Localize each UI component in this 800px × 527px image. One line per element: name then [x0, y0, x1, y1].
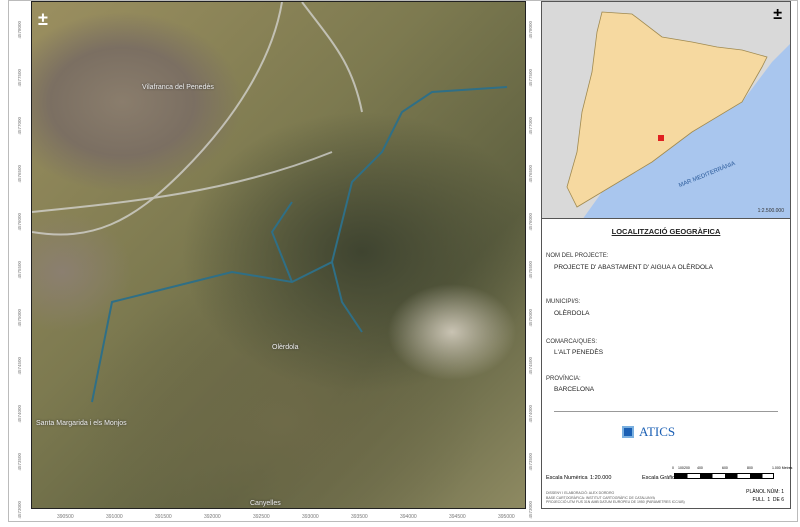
catalonia-map: [542, 2, 790, 218]
numeric-scale-label: Escala Numèrica: [546, 475, 588, 481]
water-pipe-branch: [331, 261, 363, 333]
county-value: L'ALT PENEDÈS: [554, 349, 604, 356]
info-title: LOCALITZACIÓ GEOGRÀFICA: [611, 227, 721, 236]
plan-number: PLÀNOL NÚM: 1: [746, 489, 784, 495]
y-tick-label: 4574000: [528, 405, 533, 423]
place-label: Vilafranca del Penedès: [142, 84, 214, 91]
x-tick-label: 391500: [155, 514, 172, 520]
aerial-map[interactable]: ± Vilafranca del Penedès Olèrdola Santa …: [31, 1, 526, 509]
y-tick-label: 4578000: [17, 21, 22, 39]
county-label: COMARCA/QUES:: [546, 339, 598, 345]
municipality-label: MUNICIPI/S:: [546, 299, 581, 305]
y-tick-label: 4574500: [528, 357, 533, 375]
logo-icon: [622, 426, 634, 438]
y-tick-label: 4573000: [17, 501, 22, 519]
graphic-scale-label: Escala Gràfica: [642, 475, 678, 481]
place-label: Santa Margarida i els Monjos: [36, 420, 127, 427]
y-tick-label: 4576500: [528, 165, 533, 183]
project-location-marker: [658, 135, 664, 141]
y-tick-label: 4575000: [17, 309, 22, 327]
divider: [554, 411, 778, 412]
scale-tick-label: 100: [678, 466, 684, 470]
x-tick-label: 394500: [449, 514, 466, 520]
scale-tick-label: 400: [697, 466, 703, 470]
province-value: BARCELONA: [554, 386, 595, 393]
y-tick-label: 4577500: [528, 69, 533, 87]
x-tick-label: 394000: [400, 514, 417, 520]
map-overlay: [32, 2, 508, 403]
x-tick-label: 390500: [57, 514, 74, 520]
y-tick-label: 4576500: [17, 165, 22, 183]
scale-tick-label: 800: [747, 466, 753, 470]
logo-text: ATICS: [639, 424, 676, 439]
x-tick-label: 391000: [106, 514, 123, 520]
water-pipe-route: [91, 86, 508, 403]
place-label: Olèrdola: [272, 344, 299, 351]
y-tick-label: 4573500: [17, 453, 22, 471]
y-tick-label: 4573000: [528, 501, 533, 519]
credit-line: PROJECCIÓ UTM FUS 31N AMB DATUM EUROPEU …: [546, 500, 685, 504]
scale-tick-label: 0: [672, 466, 674, 470]
road: [32, 151, 333, 213]
credits: DISSENY I ELABORACIÓ: ALEX DORDRO BASE CA…: [546, 491, 685, 505]
y-tick-label: 4577500: [17, 69, 22, 87]
north-arrow-icon: ±: [38, 9, 48, 29]
y-tick-label: 4576000: [17, 213, 22, 231]
map-sheet: ± Vilafranca del Penedès Olèrdola Santa …: [8, 0, 798, 522]
y-tick-label: 4576000: [528, 213, 533, 231]
sheet-number: FULL 1 DE 6: [752, 497, 785, 503]
numeric-scale-value: 1:20.000: [590, 475, 612, 481]
water-pipe-branch: [270, 201, 293, 283]
y-tick-label: 4574000: [17, 405, 22, 423]
highway-road: [32, 2, 283, 236]
y-tick-label: 4574500: [17, 357, 22, 375]
province-label: PROVÍNCIA:: [546, 376, 581, 382]
x-tick-label: 395000: [498, 514, 515, 520]
y-tick-label: 4575500: [17, 261, 22, 279]
scale-tick-label: 1.000 Metres: [772, 466, 793, 470]
info-panel: LOCALITZACIÓ GEOGRÀFICA NOM DEL PROJECTE…: [541, 219, 793, 509]
y-tick-label: 4577000: [17, 117, 22, 135]
inset-scale: 1:2.500.000: [757, 208, 784, 214]
scale-tick-label: 600: [722, 466, 728, 470]
y-tick-label: 4577000: [528, 117, 533, 135]
x-tick-label: 393000: [302, 514, 319, 520]
scale-tick-label: 200: [684, 466, 690, 470]
x-tick-label: 392500: [253, 514, 270, 520]
atics-logo: ATICS: [622, 424, 675, 440]
location-inset-map: ± MAR MEDITERRÀNIA 1:2.500.000: [541, 1, 791, 219]
road: [301, 2, 363, 113]
x-tick-label: 393500: [351, 514, 368, 520]
project-value: PROJECTE D' ABASTAMENT D' AIGUA A OLÈRDO…: [554, 264, 714, 271]
y-tick-label: 4578000: [528, 21, 533, 39]
graphic-scale-bar: [674, 473, 774, 479]
y-tick-label: 4573500: [528, 453, 533, 471]
north-arrow-icon: ±: [773, 6, 782, 23]
y-tick-label: 4575000: [528, 309, 533, 327]
y-tick-label: 4575500: [528, 261, 533, 279]
project-label: NOM DEL PROJECTE:: [546, 253, 609, 259]
place-label: Canyelles: [250, 500, 281, 507]
municipality-value: OLÈRDOLA: [554, 310, 590, 317]
x-tick-label: 392000: [204, 514, 221, 520]
